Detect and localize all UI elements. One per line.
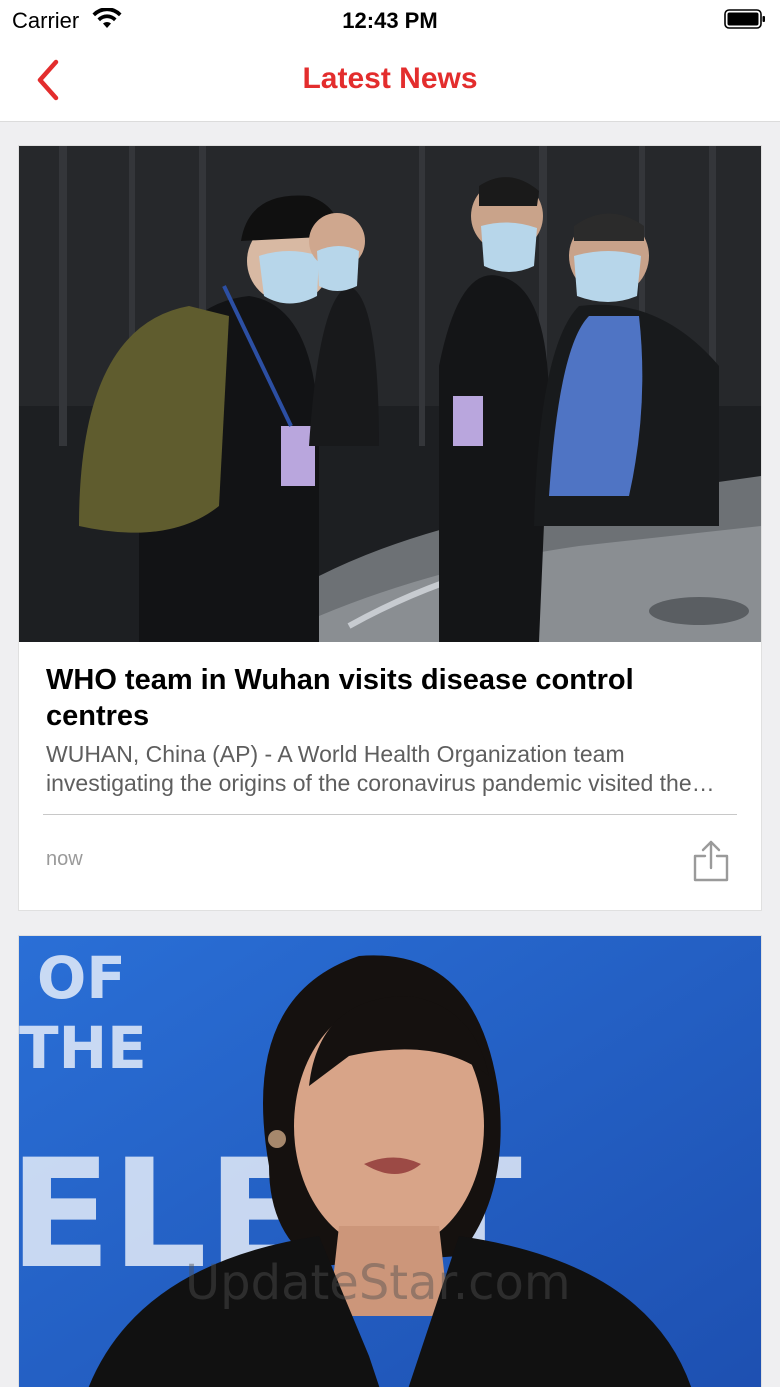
article-headline[interactable]: WHO team in Wuhan visits disease control… <box>46 662 666 734</box>
news-card[interactable]: OF THE ELECT <box>18 935 762 1387</box>
card-divider <box>43 814 737 815</box>
watermark-text: UpdateStar.com <box>185 1255 571 1311</box>
clock: 12:43 PM <box>342 8 438 33</box>
article-photo[interactable]: OF THE ELECT <box>19 936 761 1387</box>
news-feed[interactable]: WHO team in Wuhan visits disease control… <box>0 122 780 1387</box>
battery-icon <box>724 9 765 29</box>
status-bar: Carrier 12:43 PM <box>0 0 780 40</box>
article-timestamp: now <box>46 848 83 870</box>
article-summary: WUHAN, China (AP) - A World Health Organ… <box>46 741 692 796</box>
share-button[interactable] <box>691 838 731 884</box>
share-icon <box>693 840 729 882</box>
svg-text:THE: THE <box>19 1014 147 1082</box>
page-title: Latest News <box>302 62 478 95</box>
svg-text:OF: OF <box>37 944 126 1012</box>
news-card[interactable]: WHO team in Wuhan visits disease control… <box>18 145 762 911</box>
article-photo[interactable] <box>19 146 761 642</box>
navigation-bar: Latest News <box>0 40 780 122</box>
